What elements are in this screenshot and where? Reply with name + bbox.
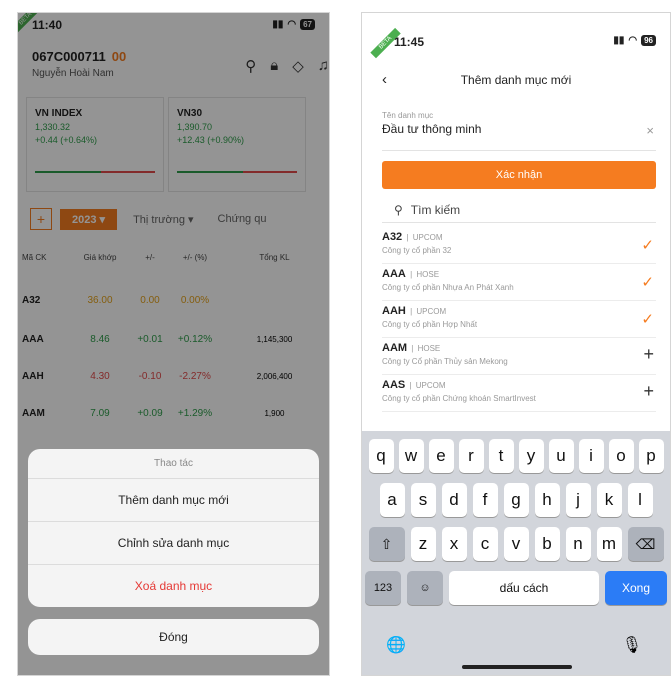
list-item[interactable]: AAA | HOSE Công ty cổ phần Nhựa An Phát … — [382, 264, 656, 301]
key[interactable]: j — [565, 483, 591, 517]
done-key[interactable]: Xong — [605, 571, 667, 605]
key[interactable]: z — [410, 527, 436, 561]
item-company: Công ty Cổ phần Thủy sản Mekong — [382, 357, 508, 366]
delete-watchlist-option[interactable]: Xoá danh mục — [28, 565, 319, 607]
key[interactable]: n — [565, 527, 591, 561]
item-company: Công ty cổ phần 32 — [382, 246, 452, 255]
item-symbol: AAA | HOSE — [382, 268, 440, 280]
backspace-key[interactable]: ⌫ — [627, 527, 664, 561]
item-symbol: A32 | UPCOM — [382, 231, 443, 243]
emoji-icon[interactable]: ☺ — [407, 571, 443, 605]
list-item[interactable]: A32 | UPCOM Công ty cổ phần 32 ✓ — [382, 227, 656, 264]
keyboard-row-4: 123 ☺ dấu cách Xong — [362, 571, 670, 605]
status-icons: ▮▮ ◠ 96 — [613, 35, 656, 46]
close-button[interactable]: Đóng — [28, 619, 319, 655]
key[interactable]: k — [596, 483, 622, 517]
search-input[interactable]: ⚲ Tìm kiếm — [382, 197, 656, 223]
key[interactable]: v — [503, 527, 529, 561]
search-icon: ⚲ — [394, 202, 403, 217]
signal-icon: ▮▮ — [613, 35, 625, 46]
key[interactable]: m — [596, 527, 622, 561]
check-icon[interactable]: ✓ — [641, 273, 654, 291]
key[interactable]: b — [534, 527, 560, 561]
keyboard-row-1: q w e r t y u i o p — [362, 439, 670, 473]
page-title: Thêm danh mục mới — [460, 73, 572, 87]
globe-icon[interactable]: 🌐 — [386, 635, 406, 655]
search-placeholder: Tìm kiếm — [410, 202, 461, 217]
key[interactable]: h — [534, 483, 560, 517]
home-indicator — [462, 665, 572, 669]
key[interactable]: q — [368, 439, 394, 473]
check-icon[interactable]: ✓ — [641, 236, 654, 254]
list-item[interactable]: AAM | HOSE Công ty Cổ phần Thủy sản Meko… — [382, 338, 656, 375]
battery-icon: 96 — [641, 35, 656, 46]
key[interactable]: g — [503, 483, 529, 517]
item-company: Công ty cổ phần Hợp Nhất — [382, 320, 478, 329]
item-symbol: AAS | UPCOM — [382, 379, 446, 391]
edit-watchlist-option[interactable]: Chỉnh sửa danh mục — [28, 522, 319, 565]
item-symbol: AAM | HOSE — [382, 342, 441, 354]
key[interactable]: e — [428, 439, 454, 473]
key[interactable]: c — [472, 527, 498, 561]
status-time: 11:45 — [394, 35, 425, 49]
key[interactable]: w — [398, 439, 424, 473]
key[interactable]: l — [627, 483, 653, 517]
item-company: Công ty cổ phần Chứng khoán SmartInvest — [382, 394, 536, 403]
key[interactable]: d — [441, 483, 467, 517]
action-sheet-title: Thao tác — [28, 449, 319, 479]
key[interactable]: o — [608, 439, 634, 473]
microphone-icon[interactable]: 🎙 — [622, 635, 642, 655]
action-sheet: Thao tác Thêm danh mục mới Chỉnh sửa dan… — [28, 449, 319, 607]
item-symbol: AAH | UPCOM — [382, 305, 447, 317]
key[interactable]: i — [578, 439, 604, 473]
clear-icon[interactable]: × — [646, 123, 654, 138]
key[interactable]: r — [458, 439, 484, 473]
key[interactable]: t — [488, 439, 514, 473]
nav-bar: ‹ Thêm danh mục mới — [362, 69, 670, 93]
right-phone-screen: BETA 11:45 ▮▮ ◠ 96 ‹ Thêm danh mục mới T… — [361, 12, 671, 676]
space-key[interactable]: dấu cách — [449, 571, 599, 605]
keyboard-row-2: a s d f g h j k l — [362, 483, 670, 517]
key[interactable]: s — [410, 483, 436, 517]
key[interactable]: u — [548, 439, 574, 473]
confirm-button[interactable]: Xác nhận — [382, 161, 656, 189]
field-value[interactable]: Đầu tư thông minh — [382, 122, 656, 136]
key[interactable]: a — [379, 483, 405, 517]
key[interactable]: x — [441, 527, 467, 561]
status-bar: 11:45 ▮▮ ◠ 96 — [362, 13, 670, 49]
field-label: Tên danh mục — [382, 111, 434, 120]
list-item[interactable]: AAH | UPCOM Công ty cổ phần Hợp Nhất ✓ — [382, 301, 656, 338]
key[interactable]: y — [518, 439, 544, 473]
item-company: Công ty cổ phần Nhựa An Phát Xanh — [382, 283, 514, 292]
list-item[interactable]: AAS | UPCOM Công ty cổ phần Chứng khoán … — [382, 375, 656, 412]
key[interactable]: p — [638, 439, 664, 473]
wifi-icon: ◠ — [628, 35, 638, 46]
keyboard: q w e r t y u i o p a s d f g h j k l ⇧ … — [362, 431, 670, 675]
stock-list: A32 | UPCOM Công ty cổ phần 32 ✓ AAA | H… — [382, 227, 656, 412]
add-watchlist-option[interactable]: Thêm danh mục mới — [28, 479, 319, 522]
key[interactable]: f — [472, 483, 498, 517]
keyboard-bottom-bar: 🌐 🎙 — [362, 637, 670, 675]
numbers-key[interactable]: 123 — [365, 571, 401, 605]
check-icon[interactable]: ✓ — [641, 310, 654, 328]
add-icon[interactable]: + — [643, 381, 654, 402]
add-icon[interactable]: + — [643, 344, 654, 365]
watchlist-name-field[interactable]: Tên danh mục Đầu tư thông minh × — [382, 111, 656, 151]
left-phone-screen: BETA 11:40 ▮▮ ◠ 67 067C000711 00 Nguyễn H… — [17, 12, 330, 676]
keyboard-row-3: ⇧ z x c v b n m ⌫ — [362, 527, 670, 561]
shift-key[interactable]: ⇧ — [368, 527, 405, 561]
